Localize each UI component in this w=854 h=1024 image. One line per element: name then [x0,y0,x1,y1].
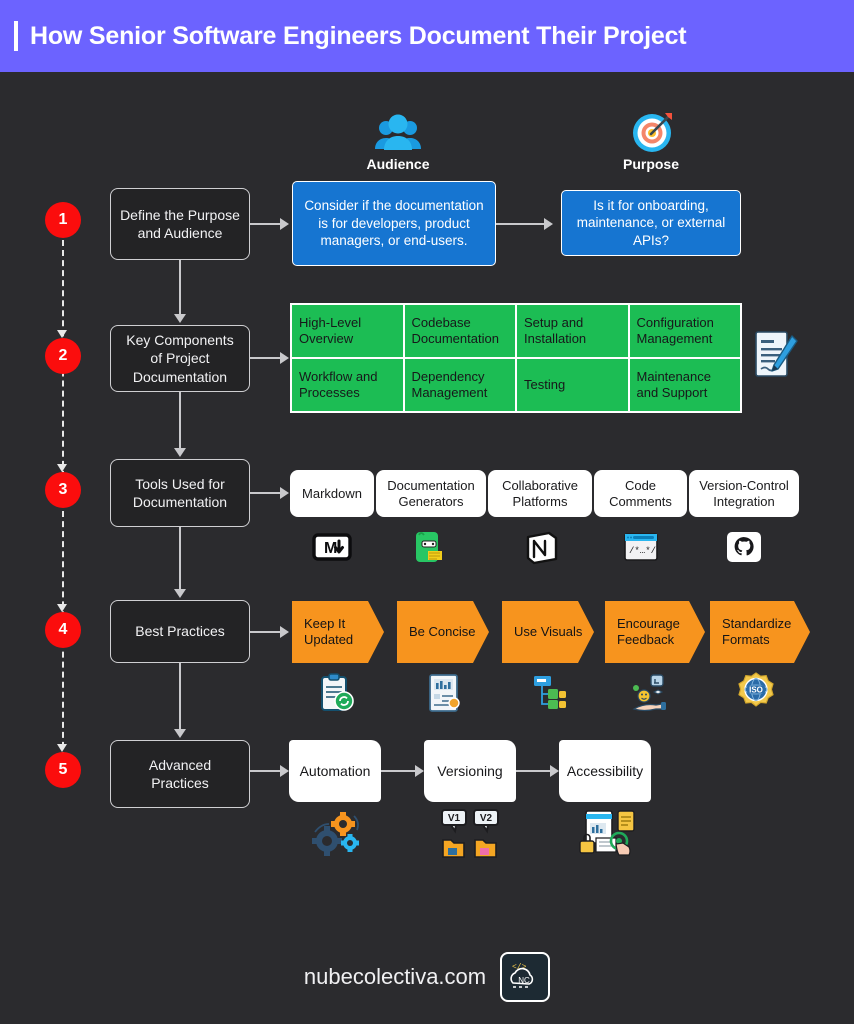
footer: nubecolectiva.com </> NC [0,952,854,1002]
connector-arrow-stage4 [280,626,289,638]
connector-arrow-2-3 [174,448,186,457]
svg-text:V1: V1 [448,813,461,824]
spine-arrow-5 [57,744,67,752]
github-icon [724,527,764,567]
code-comment-icon: /*…*/ [621,527,661,567]
step-number: 2 [58,347,68,364]
spine-arrow-4 [57,604,67,612]
step-circle-4: 4 [45,612,81,648]
doc-generator-icon [411,527,451,567]
infographic-page: How Senior Software Engineers Document T… [0,0,854,1024]
key-component-cell[interactable]: Maintenance and Support [629,359,740,411]
connector-stage3-right [250,492,282,494]
blue-box-audience-detail[interactable]: Consider if the documentation is for dev… [292,181,496,266]
tool-box-markdown[interactable]: Markdown [290,470,374,517]
advanced-box-versioning[interactable]: Versioning [424,740,516,802]
step-number: 3 [58,481,68,498]
svg-text:ISO: ISO [749,685,763,694]
blue-box-purpose-detail[interactable]: Is it for onboarding, maintenance, or ex… [561,190,741,256]
feedback-hand-icon [630,672,672,714]
iso-badge-icon: ISO [735,672,777,714]
key-component-cell[interactable]: Dependency Management [404,359,515,411]
best-practice-standardize-formats[interactable]: Standardize Formats [710,601,810,663]
connector-adv-1-2 [381,770,417,772]
svg-text:V2: V2 [480,813,493,824]
connector-arrow-1-2 [174,314,186,323]
connector-stage-2-3 [179,392,181,450]
best-practice-encourage-feedback[interactable]: Encourage Feedback [605,601,705,663]
stage-box-tools[interactable]: Tools Used for Documentation [110,459,250,527]
clipboard-refresh-icon [315,672,357,714]
people-icon [372,112,424,154]
spine-arrow-2 [57,330,67,338]
key-component-cell[interactable]: Configuration Management [629,305,740,357]
connector-stage1-right [250,223,282,225]
key-component-cell[interactable]: Codebase Documentation [404,305,515,357]
advanced-box-automation[interactable]: Automation [289,740,381,802]
report-chart-icon [423,672,465,714]
step-circle-5: 5 [45,752,81,788]
gears-icon [307,808,363,860]
audience-label: Audience [366,156,430,172]
step-circle-2: 2 [45,338,81,374]
tool-box-doc-generators[interactable]: Documentation Generators [376,470,486,517]
tool-box-version-control[interactable]: Version-Control Integration [689,470,799,517]
key-component-cell[interactable]: High-Level Overview [292,305,403,357]
key-component-cell[interactable]: Workflow and Processes [292,359,403,411]
notion-icon [521,527,561,567]
connector-adv-2-3 [516,770,552,772]
sitemap-icon [528,672,570,714]
step-number: 5 [58,761,68,778]
connector-blue-1-2 [496,223,546,225]
purpose-label: Purpose [622,156,679,172]
best-practice-use-visuals[interactable]: Use Visuals [502,601,594,663]
stage-box-key-components[interactable]: Key Components of Project Documentation [110,325,250,392]
header-accent-bar [14,21,18,51]
svg-text:/*…*/: /*…*/ [629,546,656,556]
step-number: 1 [58,211,68,228]
version-folders-icon: V1 V2 [440,808,502,860]
nubecolectiva-logo[interactable]: </> NC [500,952,551,1002]
target-icon [627,110,679,152]
advanced-box-accessibility[interactable]: Accessibility [559,740,651,802]
stage-box-advanced-practices[interactable]: Advanced Practices [110,740,250,808]
stage-box-define-purpose[interactable]: Define the Purpose and Audience [110,188,250,260]
step-circle-1: 1 [45,202,81,238]
connector-arrow-adv-1 [415,765,424,777]
connector-stage-1-2 [179,260,181,316]
logo-code-glyph: </> [512,963,527,972]
connector-arrow-stage1 [280,218,289,230]
tool-box-collaborative-platforms[interactable]: Collaborative Platforms [488,470,592,517]
step-number: 4 [58,621,68,638]
tool-box-code-comments[interactable]: Code Comments [594,470,687,517]
accessibility-doc-icon [576,808,638,860]
connector-stage-3-4 [179,527,181,591]
best-practice-keep-updated[interactable]: Keep It Updated [292,601,384,663]
key-components-grid: High-Level Overview Codebase Documentati… [290,303,742,413]
logo-nc-text: NC [518,976,530,985]
connector-stage5-right [250,770,282,772]
connector-arrow-adv-2 [550,765,559,777]
connector-stage2-right [250,357,282,359]
footer-site-text: nubecolectiva.com [303,964,487,989]
connector-stage4-right [250,631,282,633]
spine-arrow-3 [57,464,67,472]
connector-arrow-stage3 [280,487,289,499]
stage-box-best-practices[interactable]: Best Practices [110,600,250,663]
connector-arrow-4-5 [174,729,186,738]
connector-arrow-blue [544,218,553,230]
connector-arrow-stage5 [280,765,289,777]
connector-stage-4-5 [179,663,181,731]
page-header: How Senior Software Engineers Document T… [0,0,854,72]
page-title: How Senior Software Engineers Document T… [30,21,687,50]
connector-arrow-3-4 [174,589,186,598]
key-component-cell[interactable]: Testing [517,359,628,411]
key-component-cell[interactable]: Setup and Installation [517,305,628,357]
best-practice-be-concise[interactable]: Be Concise [397,601,489,663]
document-pen-icon [752,329,798,381]
step-circle-3: 3 [45,472,81,508]
markdown-icon: M [312,527,352,567]
connector-arrow-stage2 [280,352,289,364]
